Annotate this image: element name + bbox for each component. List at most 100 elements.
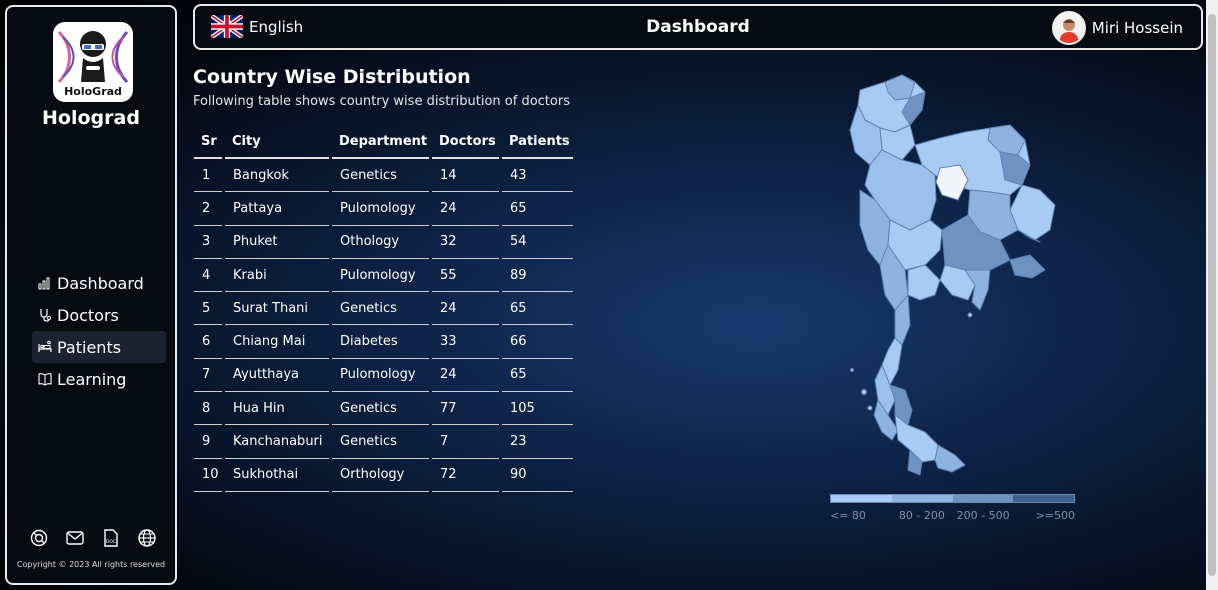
mail-icon[interactable] [65,528,85,548]
cell-department: Orthology [332,459,429,492]
user-profile[interactable]: Miri Hossein [1051,11,1183,45]
cell-sr: 4 [194,259,222,293]
distribution-table: Sr City Department Doctors Patients 1 Ba… [191,126,576,492]
cell-department: Genetics [332,159,429,193]
sidebar-item-label: Doctors [57,305,119,325]
stethoscope-icon [40,309,51,322]
cell-city: Phuket [225,226,329,259]
hologrand-logo[interactable]: HoloGrad [53,22,133,102]
legend-label: 200 - 500 [956,509,1010,522]
cell-patients: 65 [502,192,573,226]
cell-department: Genetics [332,425,429,459]
table-row: 7 Ayutthaya Pulomology 24 65 [194,359,573,393]
avatar [1051,11,1086,45]
cell-department: Diabetes [332,325,429,359]
cell-sr: 9 [194,425,222,459]
legend-swatch-4 [1013,495,1074,502]
cell-sr: 6 [194,325,222,359]
cell-department: Othology [332,226,429,259]
map-region [894,414,939,463]
footer-icons: DOC [29,528,157,548]
svg-text:DOC: DOC [106,539,116,545]
cell-patients: 90 [502,459,573,492]
sidebar-item-learning[interactable]: Learning [32,363,166,395]
logo-text: HoloGrad [64,85,122,98]
sidebar-item-dashboard[interactable]: Dashboard [32,267,166,299]
cell-sr: 2 [194,192,222,226]
map-region [1009,254,1046,279]
support-icon[interactable] [29,528,49,548]
map-legend: <= 80 80 - 200 200 - 500 >=500 [830,494,1075,522]
cell-city: Pattaya [225,192,329,226]
cell-city: Surat Thani [225,292,329,326]
map-region [935,164,969,201]
sidebar-item-doctors[interactable]: Doctors [32,299,166,331]
legend-swatch-2 [891,495,953,502]
cell-doctors: 14 [432,159,499,193]
cell-department: Pulomology [332,192,429,226]
cell-doctors: 55 [432,259,499,293]
cell-patients: 66 [502,325,573,359]
cell-sr: 7 [194,359,222,393]
cell-sr: 10 [194,459,222,492]
table-row: 10 Sukhothai Orthology 72 90 [194,459,573,492]
legend-label: 80 - 200 [898,509,945,522]
bar-chart-icon [38,277,50,290]
legend-label: >=500 [1035,509,1075,522]
cell-doctors: 24 [432,359,499,393]
copyright-text: Copyright © 2023 All rights reserved [16,560,166,569]
cell-city: Chiang Mai [225,325,329,359]
section-title: Country Wise Distribution [193,66,471,88]
table-row: 1 Bangkok Genetics 14 43 [194,159,573,193]
map-region [934,444,966,473]
legend-color-bar [830,494,1075,503]
map-island [850,368,854,372]
cell-doctors: 33 [432,325,499,359]
cell-doctors: 72 [432,459,499,492]
vertical-scrollbar[interactable] [1206,0,1218,590]
sidebar-item-patients[interactable]: Patients [32,331,166,363]
cell-sr: 5 [194,292,222,326]
map-region [907,264,941,301]
thailand-map[interactable] [840,70,1065,480]
patient-bed-icon [38,340,52,352]
cell-patients: 89 [502,259,573,293]
sidebar: HoloGrad Holograd Dashboard Doctors Pati… [5,5,177,585]
cell-city: Kanchanaburi [225,425,329,459]
map-island [967,312,973,318]
cell-department: Pulomology [332,259,429,293]
column-header-patients: Patients [502,126,573,159]
column-header-doctors: Doctors [432,126,499,159]
top-bar: English Dashboard Miri Hossein [193,4,1203,50]
doc-file-icon[interactable]: DOC [101,528,121,548]
cell-sr: 3 [194,226,222,259]
table-row: 4 Krabi Pulomology 55 89 [194,259,573,293]
table-row: 9 Kanchanaburi Genetics 7 23 [194,425,573,459]
map-region [1009,184,1056,241]
sidebar-item-label: Dashboard [57,273,144,293]
legend-swatch-1 [831,495,892,502]
table-header-row: Sr City Department Doctors Patients [194,126,573,159]
column-header-sr: Sr [194,126,222,159]
cell-city: Sukhothai [225,459,329,492]
table-row: 3 Phuket Othology 32 54 [194,226,573,259]
sidebar-item-label: Patients [57,337,122,357]
column-header-department: Department [332,126,429,159]
cell-department: Genetics [332,392,429,426]
sidebar-nav: Dashboard Doctors Patients Learning [32,267,166,395]
cell-patients: 65 [502,359,573,393]
table-row: 8 Hua Hin Genetics 77 105 [194,392,573,426]
cell-doctors: 24 [432,292,499,326]
globe-icon[interactable] [137,528,157,548]
section-subtitle: Following table shows country wise distr… [193,94,570,109]
table-row: 2 Pattaya Pulomology 24 65 [194,192,573,226]
cell-doctors: 77 [432,392,499,426]
column-header-city: City [225,126,329,159]
user-name: Miri Hossein [1091,19,1183,37]
cell-patients: 43 [502,159,573,193]
cell-sr: 8 [194,392,222,426]
book-icon [38,373,52,386]
cell-patients: 105 [502,392,573,426]
cell-department: Genetics [332,292,429,326]
scrollbar-thumb[interactable] [1208,14,1216,576]
